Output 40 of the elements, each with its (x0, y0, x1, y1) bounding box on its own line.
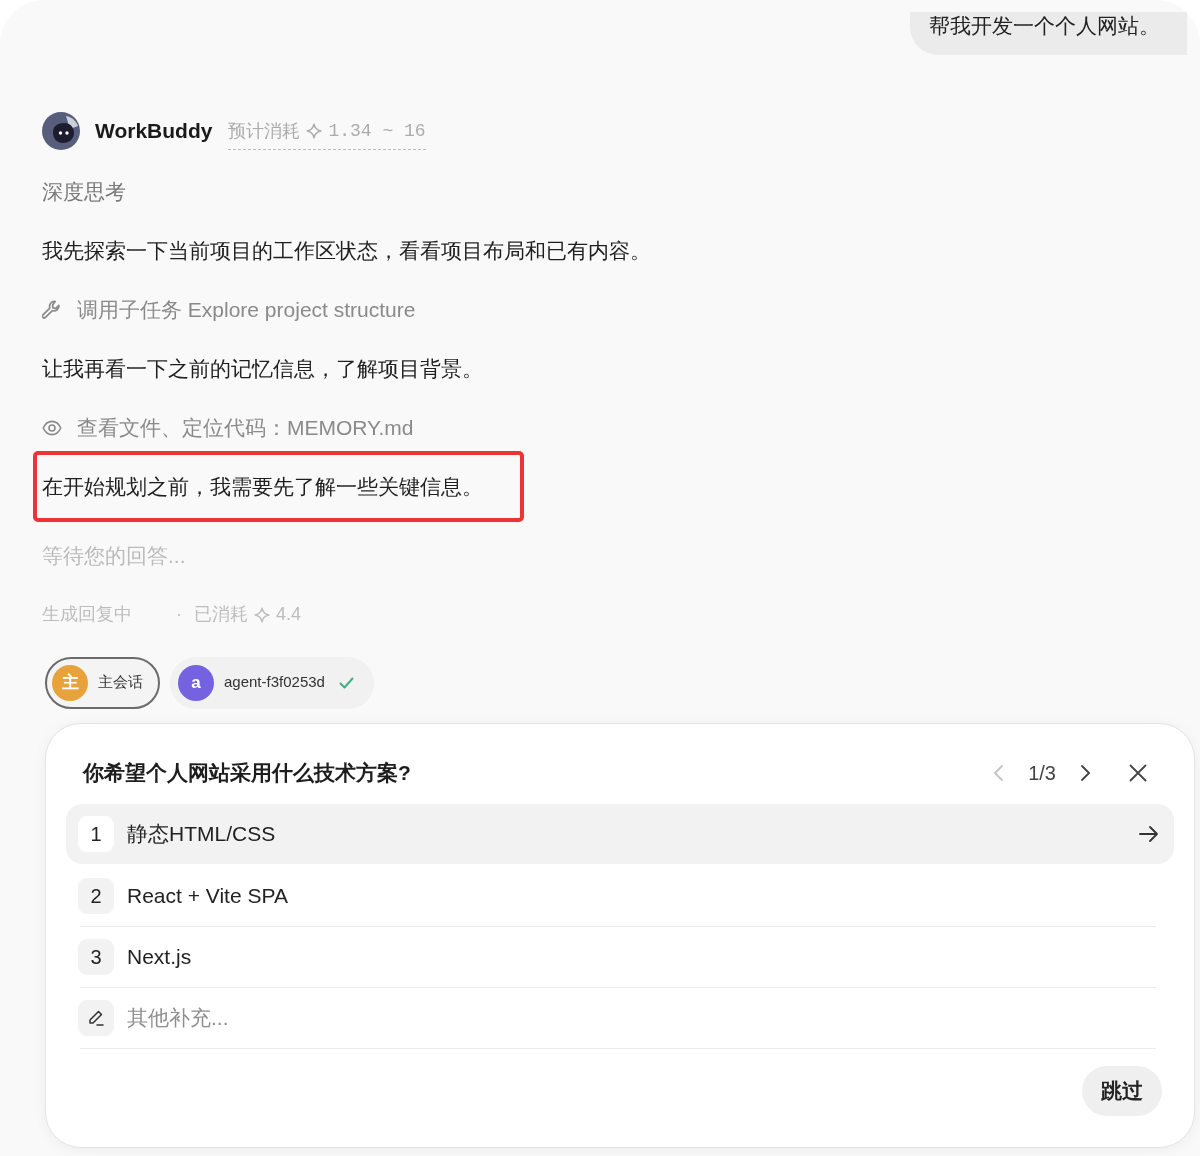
next-button[interactable] (1080, 764, 1091, 781)
waiting-text: 等待您的回答... (42, 542, 186, 569)
assistant-name: WorkBuddy (95, 118, 213, 144)
message-text: 在开始规划之前，我需要先了解一些关键信息。 (42, 474, 483, 498)
option-number: 2 (78, 877, 114, 914)
option-item[interactable]: 3 Next.js (66, 926, 1174, 987)
separator-dot: · (176, 603, 182, 626)
estimate-value: 1.34 ~ 16 (328, 120, 426, 143)
spent-label: 已消耗 (194, 603, 248, 626)
chevron-left-icon (993, 764, 1005, 781)
arrow-right-icon (1139, 824, 1159, 843)
option-item[interactable]: 2 React + Vite SPA (66, 865, 1174, 926)
file-view-text: 查看文件、定位代码：MEMORY.md (77, 414, 414, 441)
generating-status: 生成回复中 (42, 603, 132, 626)
session-avatar: 主 (52, 664, 88, 701)
thinking-label: 深度思考 (42, 178, 126, 205)
message-text: 让我再看一下之前的记忆信息，了解项目背景。 (42, 355, 483, 382)
option-number: 1 (78, 815, 114, 852)
question-title: 你希望个人网站采用什么技术方案? (83, 759, 412, 786)
chevron-right-icon (1080, 764, 1091, 781)
session-tab[interactable]: 主 主会话 (45, 656, 160, 709)
option-number: 3 (78, 938, 114, 975)
user-message-bubble: 帮我开发一个个人网站。 (910, 12, 1187, 55)
skip-button[interactable]: 跳过 (1082, 1065, 1162, 1116)
page-counter: 1/3 (1028, 760, 1056, 786)
session-tab[interactable]: a agent-f3f0253d (170, 656, 374, 709)
sparkle-icon (254, 606, 270, 623)
estimate-label: 预计消耗 (228, 120, 301, 143)
sparkle-icon (306, 123, 323, 139)
mascot-avatar-icon (42, 112, 80, 150)
message-text: 我先探索一下当前项目的工作区状态，看看项目布局和已有内容。 (42, 237, 651, 264)
close-button[interactable] (1129, 763, 1147, 782)
wrench-icon (42, 299, 62, 320)
subtask-call-text: 调用子任务 Explore project structure (77, 296, 416, 323)
other-answer-field[interactable]: 其他补充... (127, 1001, 1159, 1034)
session-avatar: a (178, 664, 214, 701)
pencil-icon (78, 999, 114, 1036)
close-icon (1129, 763, 1147, 782)
spent-value: 4.4 (276, 603, 302, 626)
option-item[interactable]: 1 静态HTML/CSS (66, 803, 1174, 864)
